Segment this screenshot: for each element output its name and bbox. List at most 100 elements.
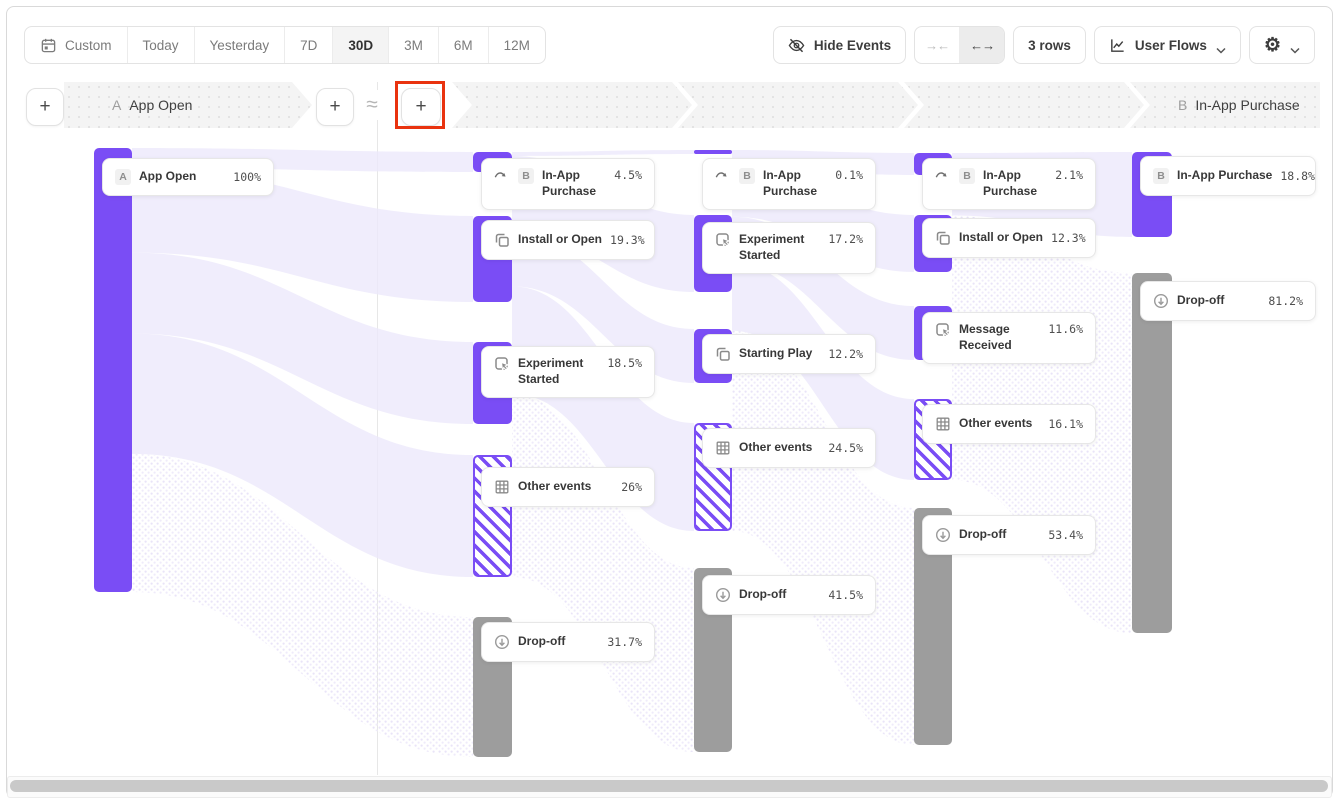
flow-arrow-icon (494, 168, 510, 184)
flow-node-drop-off[interactable]: Drop-off41.5% (702, 575, 876, 615)
event-label: Experiment Started (518, 356, 594, 387)
date-range-12m[interactable]: 12M (489, 27, 545, 63)
event-label: Drop-off (959, 527, 1006, 543)
annotation-highlight-box (395, 81, 445, 129)
chevron-down-icon (1290, 42, 1300, 49)
step-header-start[interactable]: A App Open (64, 82, 312, 128)
date-range-today[interactable]: Today (128, 27, 195, 63)
date-range-yesterday[interactable]: Yesterday (195, 27, 286, 63)
step-badge: A (112, 97, 121, 113)
step-header-4 (904, 82, 1144, 128)
calendar-icon (40, 37, 57, 54)
step-label: App Open (129, 97, 192, 113)
flow-node-other-events[interactable]: Other events 24.5% (702, 428, 876, 468)
horizontal-scrollbar-thumb[interactable] (10, 780, 1328, 792)
date-range-custom[interactable]: Custom (25, 27, 128, 63)
event-percentage: 100% (233, 170, 261, 184)
view-selector-label: User Flows (1135, 38, 1207, 53)
rows-button[interactable]: 3 rows (1013, 26, 1086, 64)
windows-icon (935, 230, 951, 246)
event-label: Install or Open (518, 232, 602, 248)
width-toggle: →← ←→ (914, 26, 1005, 64)
flow-node-drop-off[interactable]: Drop-off81.2% (1140, 281, 1316, 321)
click-icon (715, 232, 731, 248)
event-label: Drop-off (518, 634, 565, 650)
flow-node-in-app-purchase[interactable]: BIn-App Purchase0.1% (702, 158, 876, 210)
rows-label: 3 rows (1028, 38, 1071, 53)
flow-bar-app-open[interactable] (94, 148, 132, 592)
grid-icon (935, 416, 951, 432)
flow-node-starting-play[interactable]: Starting Play12.2% (702, 334, 876, 374)
flow-node-other-events[interactable]: Other events16.1% (922, 404, 1096, 444)
date-range-group: Custom Today Yesterday 7D 30D 3M 6M 12M (24, 26, 546, 64)
flow-node-app-open[interactable]: A App Open 100% (102, 158, 274, 196)
event-label: Other events (518, 479, 591, 495)
event-badge: A (115, 169, 131, 185)
add-step-after-start-button[interactable]: + (316, 88, 354, 126)
click-icon (494, 356, 510, 372)
event-badge: B (959, 168, 975, 184)
flow-node-install-or-open[interactable]: Install or Open 19.3% (481, 220, 655, 260)
event-label: Other events (739, 440, 812, 456)
event-badge: B (1153, 168, 1169, 184)
date-range-label: 12M (504, 38, 530, 53)
event-percentage: 4.5% (614, 168, 642, 182)
gear-icon: ⚙ (1264, 36, 1281, 55)
event-percentage: 16.1% (1048, 417, 1083, 431)
flow-node-drop-off[interactable]: Drop-off31.7% (481, 622, 655, 662)
event-label: Message Received (959, 322, 1035, 353)
grid-icon (715, 440, 731, 456)
event-percentage: 2.1% (1055, 168, 1083, 182)
event-percentage: 24.5% (828, 441, 863, 455)
expand-width-button[interactable]: ←→ (960, 27, 1004, 63)
flow-node-in-app-purchase[interactable]: BIn-App Purchase2.1% (922, 158, 1096, 210)
step-label: In-App Purchase (1195, 97, 1299, 113)
flow-node-drop-off[interactable]: Drop-off53.4% (922, 515, 1096, 555)
grid-icon (494, 479, 510, 495)
flow-node-experiment-started[interactable]: Experiment Started17.2% (702, 222, 876, 274)
settings-button[interactable]: ⚙ (1249, 26, 1315, 64)
step-header-end-label: B In-App Purchase (1130, 97, 1300, 113)
flow-node-install-or-open[interactable]: Install or Open12.3% (922, 218, 1096, 258)
toolbar: Custom Today Yesterday 7D 30D 3M 6M 12M Hide Ev… (24, 25, 1315, 65)
date-range-7d[interactable]: 7D (285, 27, 333, 63)
event-percentage: 0.1% (835, 168, 863, 182)
flow-link (512, 150, 694, 156)
flow-node-in-app-purchase[interactable]: B In-App Purchase 18.8% (1140, 156, 1316, 196)
flow-node-experiment-started[interactable]: Experiment Started18.5% (481, 346, 655, 398)
toolbar-right-group: Hide Events →← ←→ 3 rows User Flows (773, 26, 1315, 64)
date-range-label: 3M (404, 38, 423, 53)
dropoff-icon (494, 634, 510, 650)
horizontal-scrollbar-track[interactable] (7, 776, 1332, 798)
event-badge: B (518, 168, 534, 184)
step-header-start-label: A App Open (64, 97, 192, 113)
event-label: App Open (139, 169, 196, 185)
view-selector-button[interactable]: User Flows (1094, 26, 1241, 64)
event-badge: B (739, 168, 755, 184)
date-range-label: Custom (65, 38, 112, 53)
add-step-before-button[interactable]: + (26, 88, 64, 126)
date-range-label: Today (143, 38, 179, 53)
date-range-30d[interactable]: 30D (333, 27, 389, 63)
date-range-6m[interactable]: 6M (439, 27, 489, 63)
date-range-3m[interactable]: 3M (389, 27, 439, 63)
flow-bar-drop-off[interactable] (1132, 273, 1172, 633)
flow-bar-in-app-purchase[interactable] (694, 150, 732, 154)
event-percentage: 12.2% (828, 347, 863, 361)
event-label: In-App Purchase (1177, 168, 1272, 184)
date-range-label: 30D (348, 38, 373, 53)
windows-icon (494, 232, 510, 248)
event-percentage: 18.8% (1280, 169, 1315, 183)
collapse-width-button[interactable]: →← (915, 27, 960, 63)
hide-events-button[interactable]: Hide Events (773, 26, 906, 64)
event-percentage: 26% (621, 480, 642, 494)
flow-node-other-events[interactable]: Other events 26% (481, 467, 655, 507)
event-percentage: 19.3% (610, 233, 645, 247)
flow-node-in-app-purchase[interactable]: BIn-App Purchase4.5% (481, 158, 655, 210)
windows-icon (715, 346, 731, 362)
hide-events-label: Hide Events (814, 38, 891, 53)
event-percentage: 11.6% (1048, 322, 1083, 336)
step-header-end[interactable]: B In-App Purchase (1130, 82, 1320, 128)
flow-node-message-received[interactable]: Message Received 11.6% (922, 312, 1096, 364)
date-range-label: Yesterday (210, 38, 270, 53)
